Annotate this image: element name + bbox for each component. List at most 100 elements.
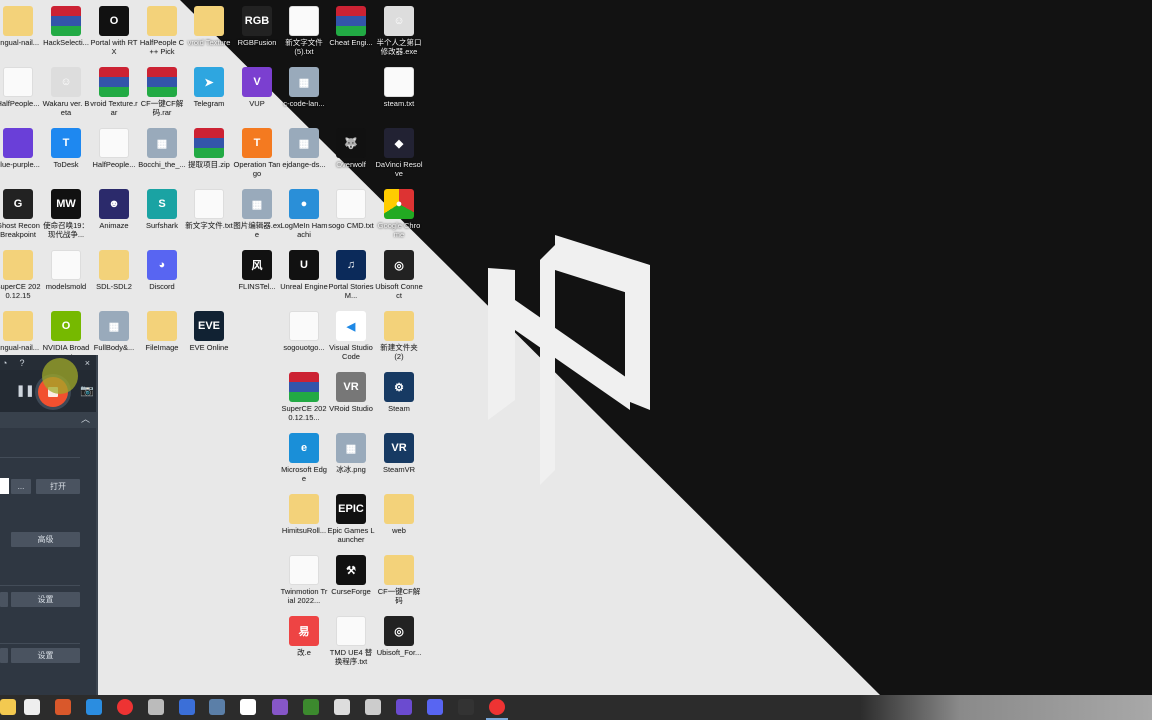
desktop-icon-tango[interactable]: T Operation Tango: [233, 124, 281, 185]
taskbar-explorer-icon[interactable]: [0, 699, 16, 715]
desktop-icon-anime[interactable]: ☺ 半个人之第口修改器.exe: [375, 2, 423, 63]
desktop-icon-folder[interactable]: SDL-SDL2: [90, 246, 138, 307]
desktop-icon-purple[interactable]: blue-purple...: [0, 124, 42, 185]
folder-icon: [3, 311, 33, 341]
taskbar-minecraft-icon[interactable]: [303, 699, 319, 715]
taskbar-calculator-icon[interactable]: [209, 699, 225, 715]
desktop-icon-label: Bocchi_the_...: [138, 160, 186, 169]
desktop-icon-epic[interactable]: EPIC Epic Games Launcher: [327, 490, 375, 551]
desktop-icon-vup[interactable]: V VUP: [233, 63, 281, 124]
desktop-icon-rar[interactable]: CF一键CF解码.rar: [138, 63, 186, 124]
desktop-icon-edge[interactable]: e Microsoft Edge: [280, 429, 328, 490]
desktop-icon-rar[interactable]: SuperCE 2020.12.15...: [280, 368, 328, 429]
desktop-icon-txt[interactable]: steam.txt: [375, 63, 423, 124]
desktop-icon-todesk[interactable]: T ToDesk: [42, 124, 90, 185]
desktop-icon-curse[interactable]: ⚒ CurseForge: [327, 551, 375, 612]
desktop-icon-folder[interactable]: HalfPeople C++ Pick: [138, 2, 186, 63]
desktop-icon-txt[interactable]: sogouotgo...: [280, 307, 328, 368]
desktop-icon-animaze[interactable]: ☻ Animaze: [90, 185, 138, 246]
close-icon[interactable]: ×: [85, 358, 90, 368]
desktop-icon-folder[interactable]: FileImage: [138, 307, 186, 368]
desktop-icon-txt[interactable]: HalfPeople...: [90, 124, 138, 185]
desktop-icon-folder[interactable]: lingual-nail...: [0, 2, 42, 63]
chevron-up-icon[interactable]: ︿: [81, 414, 90, 424]
pause-icon[interactable]: ❚❚: [16, 384, 34, 397]
advanced-button[interactable]: 高级: [11, 532, 80, 547]
desktop-icon-easy[interactable]: 易改.e: [280, 612, 328, 673]
desktop-icon-rar[interactable]: Cheat Engi...: [327, 2, 375, 63]
taskbar-steam-icon[interactable]: [334, 699, 350, 715]
taskbar-mail-icon[interactable]: [86, 699, 102, 715]
taskbar-paint-icon[interactable]: [55, 699, 71, 715]
desktop-icon-unreal[interactable]: U Unreal Engine: [280, 246, 328, 307]
desktop-icon-vscode[interactable]: ◀ Visual Studio Code: [327, 307, 375, 368]
desktop-icon-steamvr[interactable]: VR SteamVR: [375, 429, 423, 490]
desktop-icon-rgb[interactable]: RGB RGBFusion: [233, 2, 281, 63]
desktop-icon-rar[interactable]: HackSelecti...: [42, 2, 90, 63]
taskbar-vup-icon[interactable]: [396, 699, 412, 715]
taskbar-visual-studio-icon[interactable]: [272, 699, 288, 715]
desktop-icon-folder[interactable]: web: [375, 490, 423, 551]
desktop-icon-folder[interactable]: CF一键CF解码: [375, 551, 423, 612]
desktop-icon-folder[interactable]: SuperCE 2020.12.15: [0, 246, 42, 307]
desktop-icon-vroid[interactable]: VR VRoid Studio: [327, 368, 375, 429]
desktop-icon-txt[interactable]: HalfPeople...: [0, 63, 42, 124]
desktop-icon-txt[interactable]: 新文字文件.txt: [185, 185, 233, 246]
desktop-icon-ghost[interactable]: G Ghost Recon Breakpoint: [0, 185, 42, 246]
taskbar-cloud-icon[interactable]: [148, 699, 164, 715]
desktop-icon-ubisoft[interactable]: ◎ Ubisoft Connect: [375, 246, 423, 307]
desktop-icon-rar[interactable]: vroid Texture.rar: [90, 63, 138, 124]
desktop-icon-eve[interactable]: EVE EVE Online: [185, 307, 233, 368]
desktop-icon-steam[interactable]: ⚙ Steam: [375, 368, 423, 429]
settings-left-button-2[interactable]: [0, 648, 8, 663]
taskbar-recorder-active-icon[interactable]: [486, 699, 508, 720]
open-button[interactable]: 打开: [36, 479, 80, 494]
ubisoft-icon: ◎: [384, 616, 414, 646]
desktop-icon-rar[interactable]: 提取项目.zip: [185, 124, 233, 185]
browse-button[interactable]: ...: [11, 479, 31, 494]
desktop-icon-txt[interactable]: 新文字文件 (5).txt: [280, 2, 328, 63]
desktop-icon-anime[interactable]: ☺ Wakaru ver. Beta: [42, 63, 90, 124]
desktop-icon-img[interactable]: ▦ ejdange-ds...: [280, 124, 328, 185]
taskbar-overwolf-icon[interactable]: [458, 699, 474, 715]
collapse-bar[interactable]: ︿: [0, 412, 96, 428]
desktop-icon-txt[interactable]: Twinmotion Trial 2022...: [280, 551, 328, 612]
desktop-icon-wolf[interactable]: 🐺 Overwolf: [327, 124, 375, 185]
img-icon: ▦: [289, 128, 319, 158]
taskbar-discord-icon[interactable]: [427, 699, 443, 715]
taskbar-remote-icon[interactable]: [179, 699, 195, 715]
taskbar-ubisoft-icon[interactable]: [365, 699, 381, 715]
desktop-icon-davinci[interactable]: ◆ DaVinci Resolve: [375, 124, 423, 185]
desktop-icon-telegram[interactable]: ➤ Telegram: [185, 63, 233, 124]
desktop-icon-img[interactable]: ▦ 冰冰.png: [327, 429, 375, 490]
portal-icon: O: [99, 6, 129, 36]
settings-button-2[interactable]: 设置: [11, 648, 80, 663]
help-icon[interactable]: ?: [19, 358, 24, 368]
settings-left-button[interactable]: [0, 592, 8, 607]
desktop-icon-folder[interactable]: vroid Texture: [185, 2, 233, 63]
desktop-icon-img[interactable]: ▦ c-code-lan...: [280, 63, 328, 124]
desktop-icon-img[interactable]: ▦ Bocchi_the_...: [138, 124, 186, 185]
taskbar-notepad-icon[interactable]: [240, 699, 256, 715]
camera-icon[interactable]: 📷: [80, 384, 94, 397]
desktop-icon-portal[interactable]: O Portal with RTX: [90, 2, 138, 63]
desktop-icon-folder[interactable]: HimitsuRoll...: [280, 490, 328, 551]
taskbar-store-icon[interactable]: [24, 699, 40, 715]
desktop-icon-surfshark[interactable]: S Surfshark: [138, 185, 186, 246]
clock-icon[interactable]: ◔: [2, 358, 7, 368]
desktop-icon-chrome[interactable]: ● Google Chrome: [375, 185, 423, 246]
desktop-icon-discord[interactable]: ◕ Discord: [138, 246, 186, 307]
desktop-icon-hamachi[interactable]: ● LogMeIn Hamachi: [280, 185, 328, 246]
desktop-icon-ubisoft[interactable]: ◎ Ubisoft_For...: [375, 612, 423, 673]
desktop-icon-img[interactable]: ▦ 图片编辑器.exe: [233, 185, 281, 246]
desktop-icon-music[interactable]: ♫ Portal Stories M...: [327, 246, 375, 307]
desktop-icon-txt[interactable]: sogo CMD.txt: [327, 185, 375, 246]
settings-button-1[interactable]: 设置: [11, 592, 80, 607]
taskbar-recorder-icon[interactable]: [117, 699, 133, 715]
desktop-icon-flin[interactable]: 风 FLINSTel...: [233, 246, 281, 307]
desktop-icon-mw[interactable]: MW 使命召唤19：现代战争...: [42, 185, 90, 246]
desktop-icon-txt[interactable]: modelsmold: [42, 246, 90, 307]
desktop-icon-txt[interactable]: TMD UE4 替换程序.txt: [327, 612, 375, 673]
path-input[interactable]: [0, 478, 9, 494]
desktop-icon-folder[interactable]: 新建文件夹 (2): [375, 307, 423, 368]
